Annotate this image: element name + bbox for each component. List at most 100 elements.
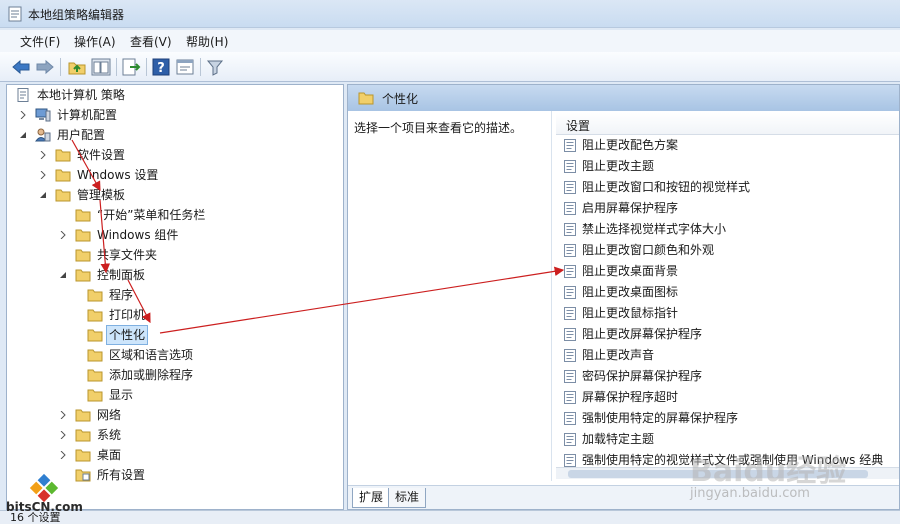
toolbar-separator xyxy=(146,58,147,76)
folder-icon xyxy=(358,92,374,105)
setting-row[interactable]: 屏幕保护程序超时 xyxy=(556,387,899,408)
expand-arrow-icon[interactable] xyxy=(59,411,67,419)
bitscn-watermark: bitsCN.com xyxy=(6,500,83,514)
settings-column-header[interactable]: 设置 xyxy=(556,113,899,135)
tree-item-label: 显示 xyxy=(109,388,134,402)
expand-arrow-icon[interactable] xyxy=(39,171,47,179)
tab-standard[interactable]: 标准 xyxy=(388,488,427,508)
menu-file[interactable]: 文件(F) xyxy=(18,33,62,50)
computer-icon xyxy=(35,108,51,122)
svg-text:?: ? xyxy=(157,61,165,76)
folder-icon xyxy=(87,309,103,322)
setting-label: 阻止更改配色方案 xyxy=(582,138,679,152)
setting-row[interactable]: 阻止更改主题 xyxy=(556,156,899,177)
menu-help[interactable]: 帮助(H) xyxy=(184,33,230,50)
expand-arrow-icon[interactable] xyxy=(39,151,47,159)
folder-icon xyxy=(75,429,91,442)
user-icon xyxy=(35,128,51,142)
policy-setting-icon xyxy=(564,286,576,299)
collapse-arrow-icon[interactable] xyxy=(19,131,27,139)
tab-extended[interactable]: 扩展 xyxy=(352,488,391,508)
show-hide-tree-icon[interactable] xyxy=(90,56,112,78)
tree-item-label: 计算机配置 xyxy=(57,108,118,122)
expand-arrow-icon[interactable] xyxy=(59,451,67,459)
up-folder-icon[interactable] xyxy=(66,56,88,78)
back-arrow-icon[interactable] xyxy=(10,56,32,78)
setting-row[interactable]: 阻止更改声音 xyxy=(556,345,899,366)
policy-setting-icon xyxy=(564,391,576,404)
tree-item-label: 区域和语言选项 xyxy=(109,348,194,362)
folder-icon xyxy=(87,289,103,302)
window-title: 本地组策略编辑器 xyxy=(28,8,125,22)
open-folder-icon xyxy=(87,329,103,342)
details-header: 个性化 xyxy=(348,85,899,111)
folder-icon xyxy=(87,349,103,362)
folder-icon xyxy=(75,409,91,422)
setting-row[interactable]: 启用屏幕保护程序 xyxy=(556,198,899,219)
folder-icon xyxy=(75,249,91,262)
filter-icon[interactable] xyxy=(204,56,226,78)
folder-icon xyxy=(55,149,71,162)
tree-item-label: 个性化 xyxy=(106,325,149,345)
setting-row[interactable]: 阻止更改窗口和按钮的视觉样式 xyxy=(556,177,899,198)
folder-icon xyxy=(87,389,103,402)
toolbar-separator xyxy=(116,58,117,76)
collapse-arrow-icon[interactable] xyxy=(39,191,47,199)
expand-arrow-icon[interactable] xyxy=(19,111,27,119)
setting-label: 加载特定主题 xyxy=(582,432,655,446)
export-list-icon[interactable] xyxy=(120,56,142,78)
tree-pane[interactable]: 本地计算机 策略 计算机配置 用户配置 软件设置 Windows 设置 管理模板 xyxy=(6,84,344,510)
setting-row[interactable]: 阻止更改屏幕保护程序 xyxy=(556,324,899,345)
policy-editor-icon xyxy=(8,6,22,22)
setting-label: 屏幕保护程序超时 xyxy=(582,390,679,404)
setting-row[interactable]: 阻止更改鼠标指针 xyxy=(556,303,899,324)
title-bar: 本地组策略编辑器 xyxy=(0,0,900,28)
tree-item-label: 系统 xyxy=(97,428,122,442)
setting-row[interactable]: 密码保护屏幕保护程序 xyxy=(556,366,899,387)
tree-item-label: “开始”菜单和任务栏 xyxy=(97,208,206,222)
policy-setting-icon xyxy=(564,433,576,446)
policy-setting-icon xyxy=(564,202,576,215)
setting-row[interactable]: 阻止更改桌面背景 xyxy=(556,261,899,282)
setting-label: 阻止更改桌面图标 xyxy=(582,285,679,299)
settings-folder-icon xyxy=(75,469,91,482)
folder-icon xyxy=(87,369,103,382)
policy-setting-icon xyxy=(564,223,576,236)
policy-setting-icon xyxy=(564,454,576,467)
description-text: 选择一个项目来查看它的描述。 xyxy=(354,121,523,135)
folder-icon xyxy=(55,189,71,202)
policy-setting-icon xyxy=(564,349,576,362)
tree-item-label: 管理模板 xyxy=(77,188,126,202)
description-divider xyxy=(551,111,552,481)
expand-arrow-icon[interactable] xyxy=(59,431,67,439)
collapse-arrow-icon[interactable] xyxy=(59,271,67,279)
properties-icon[interactable] xyxy=(174,56,196,78)
setting-row[interactable]: 禁止选择视觉样式字体大小 xyxy=(556,219,899,240)
setting-row[interactable]: 强制使用特定的屏幕保护程序 xyxy=(556,408,899,429)
help-icon[interactable]: ? xyxy=(150,56,172,78)
tree-item-label: Windows 设置 xyxy=(77,168,159,182)
tree-item-label: 打印机 xyxy=(109,308,146,322)
menu-action[interactable]: 操作(A) xyxy=(72,33,118,50)
column-header-label: 设置 xyxy=(566,119,591,133)
policy-setting-icon xyxy=(564,181,576,194)
setting-label: 阻止更改主题 xyxy=(582,159,655,173)
setting-row[interactable]: 阻止更改窗口颜色和外观 xyxy=(556,240,899,261)
toolbar-separator xyxy=(60,58,61,76)
setting-row[interactable]: 阻止更改桌面图标 xyxy=(556,282,899,303)
policy-document-icon xyxy=(17,88,29,102)
folder-icon xyxy=(75,269,91,282)
tree-item-label: 控制面板 xyxy=(97,268,146,282)
policy-setting-icon xyxy=(564,328,576,341)
tree-item-label: Windows 组件 xyxy=(97,228,179,242)
setting-row[interactable]: 阻止更改配色方案 xyxy=(556,135,899,156)
details-title: 个性化 xyxy=(382,92,419,106)
expand-arrow-icon[interactable] xyxy=(59,231,67,239)
setting-label: 密码保护屏幕保护程序 xyxy=(582,369,703,383)
policy-setting-icon xyxy=(564,265,576,278)
tree-item-label: 网络 xyxy=(97,408,122,422)
tree-item-label: 软件设置 xyxy=(77,148,126,162)
policy-setting-icon xyxy=(564,160,576,173)
forward-arrow-icon[interactable] xyxy=(34,56,56,78)
menu-view[interactable]: 查看(V) xyxy=(128,33,174,50)
